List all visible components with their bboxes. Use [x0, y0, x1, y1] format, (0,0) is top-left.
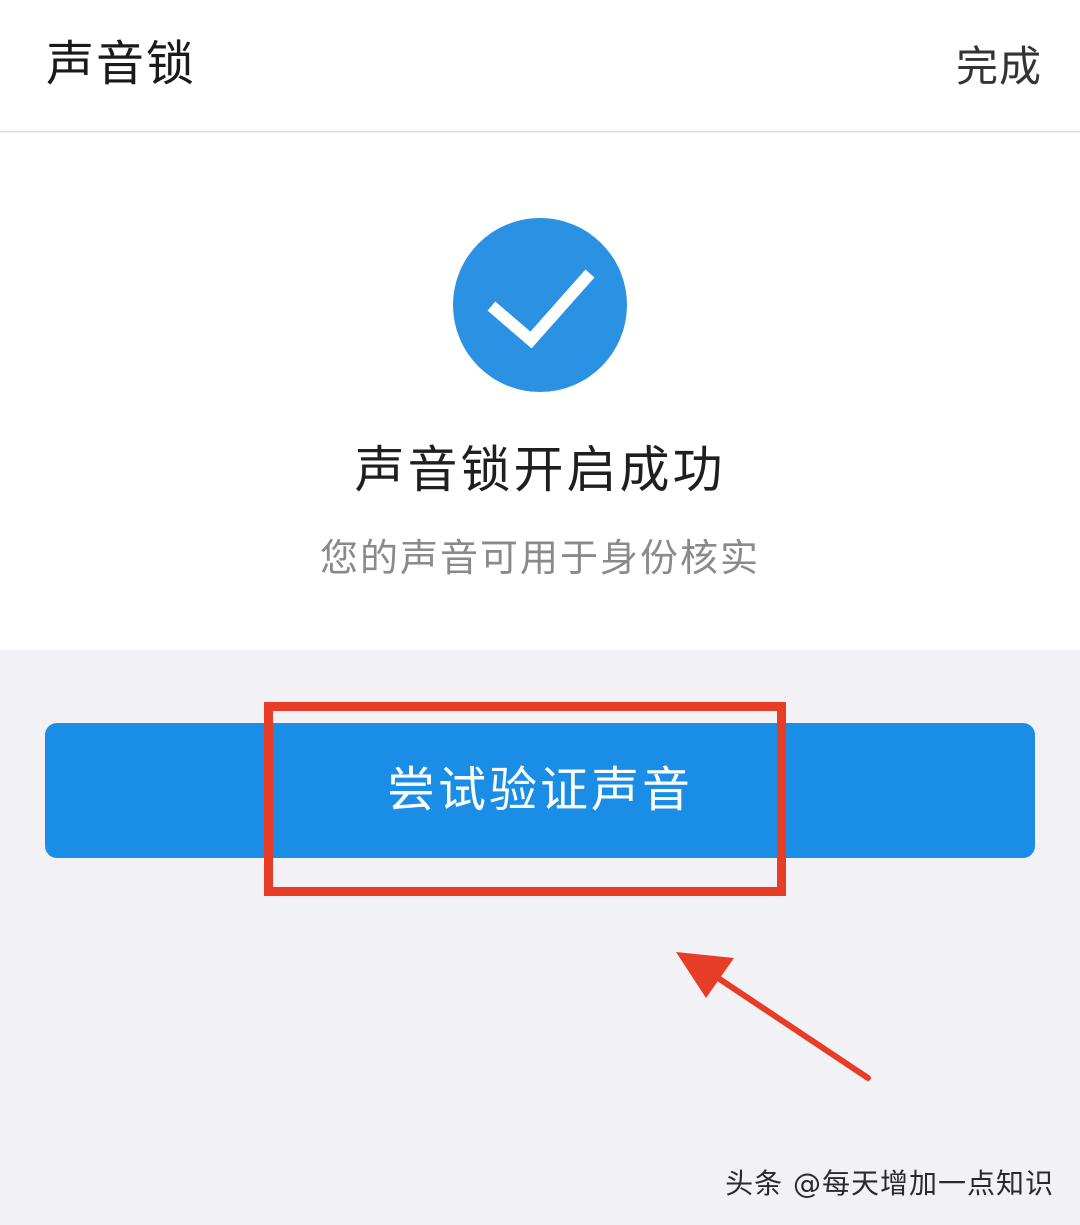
annotation-arrow-icon [676, 952, 871, 1081]
watermark-text: 头条 @每天增加一点知识 [725, 1167, 1054, 1200]
check-circle-icon [453, 218, 627, 392]
try-verify-voice-button[interactable]: 尝试验证声音 [45, 723, 1035, 858]
success-panel: 声音锁开启成功 您的声音可用于身份核实 [0, 133, 1080, 650]
top-navigation-bar: 声音锁 完成 [0, 0, 1080, 132]
success-description: 您的声音可用于身份核实 [319, 536, 760, 580]
done-button[interactable]: 完成 [956, 40, 1042, 94]
page-title: 声音锁 [46, 36, 197, 92]
success-title: 声音锁开启成功 [354, 441, 726, 499]
